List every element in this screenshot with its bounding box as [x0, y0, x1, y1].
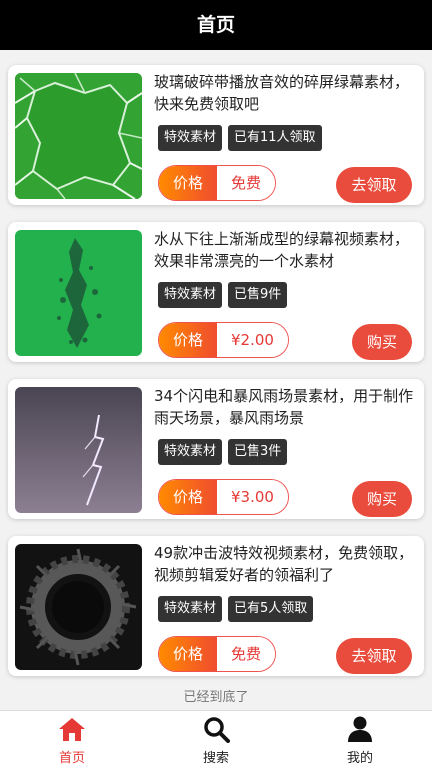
price-label: 价格 [159, 166, 218, 200]
thumbnail-image[interactable] [15, 387, 142, 513]
home-icon [59, 718, 85, 741]
tab-search-label: 搜索 [202, 751, 229, 766]
list-item[interactable]: 水从下往上渐渐成型的绿幕视频素材，效果非常漂亮的一个水素材 特效素材 已售9件 价… [8, 222, 424, 362]
price-label: 价格 [159, 480, 218, 514]
item-title[interactable]: 34个闪电和暴风雨场景素材，用于制作雨天场景，暴风雨场景 [154, 385, 416, 429]
price-value: 免费 [217, 166, 276, 200]
list-item[interactable]: 34个闪电和暴风雨场景素材，用于制作雨天场景，暴风雨场景 特效素材 已售3件 价格… [8, 379, 424, 519]
item-title[interactable]: 49款冲击波特效视频素材，免费领取，视频剪辑爱好者的领福利了 [154, 542, 416, 586]
category-tag: 特效素材 [158, 596, 223, 622]
price-value: 免费 [217, 637, 276, 671]
item-title[interactable]: 玻璃破碎带播放音效的碎屏绿幕素材，快来免费领取吧 [154, 71, 416, 115]
thumbnail-image[interactable] [15, 73, 142, 199]
list-item[interactable]: 玻璃破碎带播放音效的碎屏绿幕素材，快来免费领取吧 特效素材 已有11人领取 价格 … [8, 65, 424, 205]
price-box: 价格 ¥3.00 [158, 479, 289, 515]
price-value: ¥2.00 [217, 323, 288, 357]
claim-button[interactable]: 去领取 [336, 638, 412, 674]
item-title[interactable]: 水从下往上渐渐成型的绿幕视频素材，效果非常漂亮的一个水素材 [154, 228, 416, 272]
price-label: 价格 [159, 323, 218, 357]
tab-home[interactable]: 首页 [0, 711, 144, 769]
buy-button[interactable]: 购买 [352, 324, 412, 360]
user-icon [348, 716, 372, 742]
page-title: 首页 [0, 0, 432, 50]
list-item[interactable]: 49款冲击波特效视频素材，免费领取，视频剪辑爱好者的领福利了 特效素材 已有5人领… [8, 536, 424, 676]
category-tag: 特效素材 [158, 125, 223, 151]
thumbnail-image[interactable] [15, 544, 142, 670]
price-box: 价格 ¥2.00 [158, 322, 289, 358]
price-label: 价格 [159, 637, 218, 671]
tab-mine-label: 我的 [346, 751, 373, 766]
count-tag: 已有11人领取 [228, 125, 322, 151]
end-of-list-note: 已经到底了 [183, 690, 249, 705]
claim-button[interactable]: 去领取 [336, 167, 412, 203]
count-tag: 已有5人领取 [228, 596, 314, 622]
category-tag: 特效素材 [158, 439, 223, 465]
category-tag: 特效素材 [158, 282, 223, 308]
tab-mine[interactable]: 我的 [288, 711, 432, 769]
sold-count-tag: 已售3件 [228, 439, 288, 465]
tab-search[interactable]: 搜索 [144, 711, 288, 769]
price-value: ¥3.00 [217, 480, 288, 514]
price-box: 价格 免费 [158, 636, 277, 672]
thumbnail-image[interactable] [15, 230, 142, 356]
buy-button[interactable]: 购买 [352, 481, 412, 517]
search-icon [204, 717, 230, 743]
bottom-tab-bar: 首页 搜索 我的 [0, 710, 432, 769]
sold-count-tag: 已售9件 [228, 282, 288, 308]
price-box: 价格 免费 [158, 165, 277, 201]
tab-home-label: 首页 [58, 751, 85, 766]
